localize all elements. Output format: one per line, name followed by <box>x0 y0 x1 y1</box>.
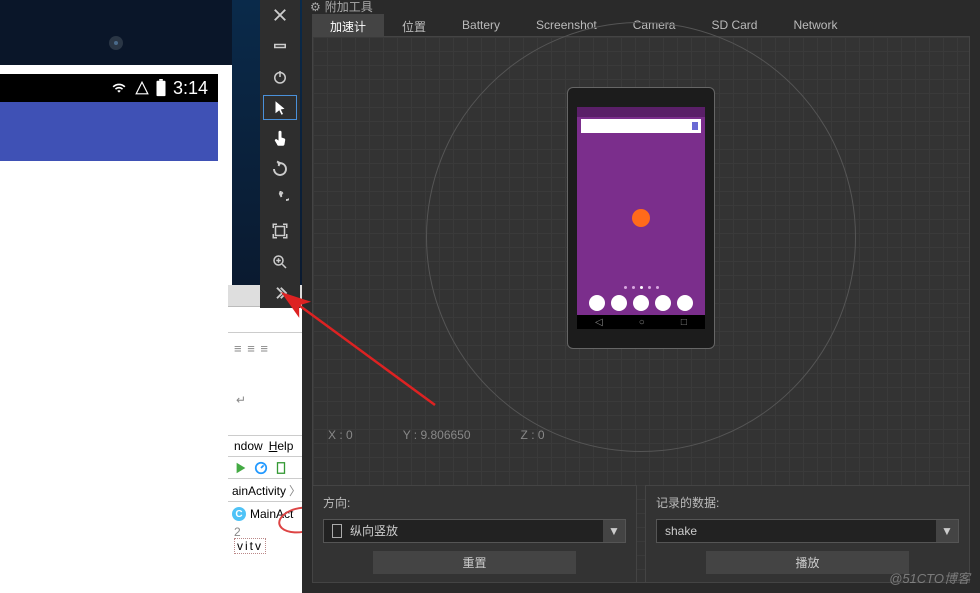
emulator-sidebar <box>260 0 300 308</box>
sim-status-bar <box>577 107 705 117</box>
close-button[interactable] <box>260 0 300 31</box>
app-content <box>0 161 218 421</box>
tab-accelerometer[interactable]: 加速计 <box>312 14 384 36</box>
ide-breadcrumb[interactable]: ainActivity 〉 <box>228 480 303 502</box>
app-bar <box>0 102 218 162</box>
ide-window-fragment: ≡ ≡ ≡ ↵ ndow Help ainActivity 〉 C MainAc… <box>228 285 304 593</box>
direction-box: 方向: 纵向竖放 ▼ 重置 <box>312 485 637 583</box>
direction-select[interactable]: 纵向竖放 ▼ <box>323 519 626 543</box>
gear-icon: ⚙ <box>310 0 321 14</box>
sim-nav-bar: ◁○□ <box>577 315 705 329</box>
more-button[interactable] <box>260 277 300 308</box>
status-time: 3:14 <box>173 78 208 99</box>
chevron-right-icon: 〉 <box>289 482 301 499</box>
ide-code-line: 2 vitv <box>234 525 266 553</box>
ide-align-row: ≡ ≡ ≡ <box>228 335 303 361</box>
controls-row: 方向: 纵向竖放 ▼ 重置 记录的数据: shake ▼ 播放 <box>312 485 970 583</box>
sim-page-dots <box>577 286 705 289</box>
tab-network[interactable]: Network <box>775 14 855 36</box>
gauge-icon[interactable] <box>254 461 268 475</box>
coord-x: X : 0 <box>328 428 353 442</box>
screenshot-button[interactable] <box>260 216 300 247</box>
sim-dock <box>577 295 705 311</box>
rotate-right-button[interactable] <box>260 185 300 216</box>
phone-bezel <box>0 0 232 65</box>
coord-z: Z : 0 <box>521 428 545 442</box>
ide-menu-bar[interactable]: ndow Help <box>228 435 303 457</box>
rotate-left-button[interactable] <box>260 154 300 185</box>
ide-toolbar <box>228 307 303 333</box>
recorded-value: shake <box>665 524 697 538</box>
coord-y: Y : 9.806650 <box>403 428 471 442</box>
simulated-screen: ◁○□ <box>577 107 705 329</box>
panel-title: ⚙ 附加工具 <box>310 0 373 15</box>
phone-camera <box>109 36 123 50</box>
ide-icon-row[interactable] <box>228 457 303 479</box>
tab-battery[interactable]: Battery <box>444 14 518 36</box>
pilcrow-icon: ↵ <box>236 393 246 407</box>
dropdown-icon: ▼ <box>936 520 958 542</box>
accelerometer-ball <box>632 209 650 227</box>
extended-controls-panel: ⚙ 附加工具 加速计 位置 Battery Screenshot Camera … <box>302 0 980 593</box>
menu-help[interactable]: Help <box>269 439 294 453</box>
menu-window[interactable]: ndow <box>234 439 263 453</box>
reset-button[interactable]: 重置 <box>373 551 576 574</box>
cursor-button[interactable] <box>260 92 300 123</box>
battery-icon <box>155 79 167 97</box>
line-number: 2 <box>234 525 241 539</box>
accelerometer-coords: X : 0 Y : 9.806650 Z : 0 <box>328 428 545 442</box>
wifi-icon <box>109 81 129 95</box>
minimize-button[interactable] <box>260 31 300 62</box>
android-status-bar: 3:14 <box>0 74 218 102</box>
power-button[interactable] <box>260 62 300 93</box>
zoom-button[interactable] <box>260 246 300 277</box>
ide-file-tab[interactable]: C MainAct <box>228 503 303 525</box>
file-name: MainAct <box>250 507 293 521</box>
signal-icon <box>135 81 149 95</box>
phone-preview: 3:14 <box>0 0 232 593</box>
code-text: vitv <box>234 538 266 554</box>
run-icon[interactable] <box>234 461 248 475</box>
dropdown-icon: ▼ <box>603 520 625 542</box>
class-badge-icon: C <box>232 507 246 521</box>
simulated-device[interactable]: ◁○□ <box>567 87 715 349</box>
watermark: @51CTO博客 <box>889 568 970 587</box>
phone-portrait-icon <box>332 524 342 538</box>
play-button[interactable]: 播放 <box>706 551 909 574</box>
touch-button[interactable] <box>260 123 300 154</box>
tab-location[interactable]: 位置 <box>384 14 444 36</box>
breadcrumb-text: ainActivity <box>232 484 286 498</box>
sim-search-bar <box>581 119 701 133</box>
device-icon[interactable] <box>274 461 288 475</box>
recorded-label: 记录的数据: <box>656 494 959 511</box>
direction-label: 方向: <box>323 494 626 511</box>
recorded-select[interactable]: shake ▼ <box>656 519 959 543</box>
direction-value: 纵向竖放 <box>350 522 398 539</box>
